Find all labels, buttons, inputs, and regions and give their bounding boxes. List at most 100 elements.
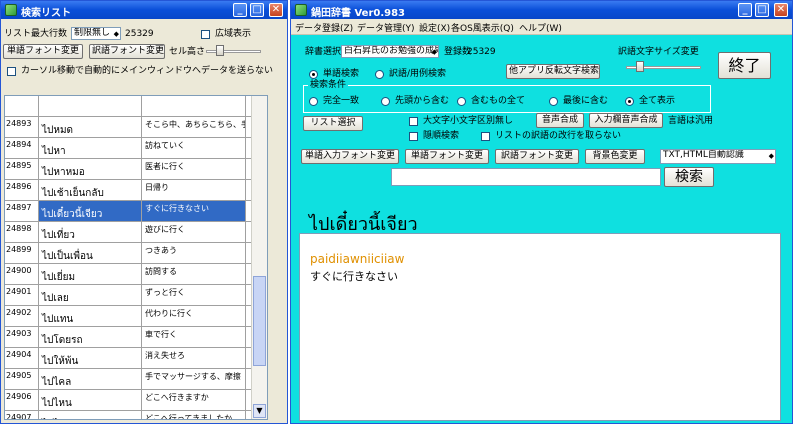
minimize-icon[interactable]: _ — [738, 3, 752, 17]
list-select-button[interactable]: リスト選択 — [303, 116, 363, 131]
right-titlebar[interactable]: 鍋田辞書 Ver0.983 _ □ ✕ — [291, 1, 792, 19]
row-id: 24899 — [5, 243, 39, 263]
row-id: 24905 — [5, 369, 39, 389]
menu-data-manage[interactable]: データ管理(Y) — [357, 21, 415, 34]
scroll-down-icon[interactable]: ▼ — [253, 404, 266, 418]
search-input[interactable] — [391, 168, 661, 186]
other-app-button[interactable]: 他アプリ反転文字検索 — [506, 64, 600, 79]
dict-select-value: 白石昇氏のお勉強の成果 — [344, 46, 439, 56]
radio-trans-search[interactable] — [375, 70, 384, 79]
word-input-font-button[interactable]: 単語入力フォント変更 — [301, 149, 399, 164]
row-word: ไปโดยรถ — [39, 327, 142, 347]
radio-show-all[interactable] — [625, 97, 634, 106]
row-id: 24898 — [5, 222, 39, 242]
table-row[interactable]: 24900 ไปเยี่ยม 訪問する — [5, 264, 255, 285]
no-send-label: カーソル移動で自動的にメインウィンドウへデータを送らない — [21, 66, 274, 76]
minimize-icon[interactable]: _ — [233, 3, 247, 17]
cond-suffix-label: 最後に含む — [563, 96, 609, 106]
input-speech-button[interactable]: 入力欄音声合成 — [589, 113, 663, 128]
row-meaning: つきあう — [142, 243, 246, 263]
slider-thumb[interactable] — [636, 61, 644, 72]
table-row[interactable]: 24906 ไปไหน どこへ行きますか — [5, 390, 255, 411]
row-meaning: 消え失せろ — [142, 348, 246, 368]
result-grid[interactable]: 24893 ไปหมด そこら中、あちらこちら、手 24894 ไปหา 訪ねていく 248… — [4, 95, 268, 420]
cond-prefix-label: 先頭から含む — [395, 96, 450, 106]
row-id: 24894 — [5, 138, 39, 158]
left-titlebar[interactable]: 検索リスト _ □ ✕ — [1, 1, 287, 19]
word-font-button[interactable]: 単語フォント変更 — [3, 44, 83, 59]
maximize-icon[interactable]: □ — [755, 3, 769, 17]
cell-height-label: セル高さ — [169, 47, 206, 57]
hidden-checkbox[interactable] — [409, 132, 418, 141]
menu-data-register[interactable]: データ登録(Z) — [295, 21, 353, 34]
table-row[interactable]: 24905 ไปไคล 手でマッサージする、摩擦 — [5, 369, 255, 390]
cell-height-slider[interactable] — [206, 45, 261, 57]
speech-button[interactable]: 音声合成 — [536, 113, 584, 128]
meaning: すぐに行きなさい — [310, 270, 398, 283]
no-newline-label: リストの訳語の改行を取らない — [495, 131, 622, 141]
no-send-checkbox[interactable] — [7, 67, 16, 76]
dict-select[interactable]: 白石昇氏のお勉強の成果 ◆ — [341, 45, 439, 58]
menu-help[interactable]: ヘルプ(W) — [519, 21, 562, 34]
cond-show-all-label: 全て表示 — [639, 96, 676, 106]
table-row[interactable]: 24897 ไปเดี๋ยวนี้เจียว すぐに行きなさい — [5, 201, 255, 222]
close-icon[interactable]: ✕ — [269, 3, 283, 17]
table-row[interactable]: 24907ไปไหนมาどこへ行ってきましたか — [5, 411, 255, 419]
row-meaning: 手でマッサージする、摩擦 — [142, 369, 246, 389]
table-row[interactable]: 24893 ไปหมด そこら中、あちらこちら、手 — [5, 117, 255, 138]
encoding-select[interactable]: TXT,HTML自動認識 ◆ — [660, 149, 776, 164]
scroll-thumb[interactable] — [253, 276, 266, 366]
encoding-value: TXT,HTML自動認識 — [663, 150, 744, 160]
table-row[interactable]: 24904 ไปให้พ้น 消え失せろ — [5, 348, 255, 369]
list-scrollbar[interactable]: ▼ — [251, 96, 267, 419]
table-row[interactable]: 24903 ไปโดยรถ 車で行く — [5, 327, 255, 348]
table-row[interactable]: 24902 ไปแทน 代わりに行く — [5, 306, 255, 327]
chevron-down-icon: ◆ — [768, 152, 774, 160]
row-word: ไปเดี๋ยวนี้เจียว — [39, 201, 142, 221]
radio-suffix[interactable] — [549, 97, 558, 106]
trans-font-button[interactable]: 訳語フォント変更 — [495, 149, 579, 164]
maximize-icon[interactable]: □ — [250, 3, 264, 17]
bg-color-button[interactable]: 背景色変更 — [585, 149, 645, 164]
row-id: 24900 — [5, 264, 39, 284]
slider-thumb[interactable] — [216, 45, 224, 56]
cond-all-label: 含むもの全て — [471, 96, 526, 106]
table-row[interactable]: 24898 ไปเที่ยว 遊びに行く — [5, 222, 255, 243]
romanization: paidiiawniiciiaw — [310, 252, 405, 266]
row-meaning: どこへ行ってきましたか — [142, 411, 246, 419]
table-row[interactable]: 24895 ไปหาหมอ 医者に行く — [5, 159, 255, 180]
table-row[interactable]: 24894 ไปหา 訪ねていく — [5, 138, 255, 159]
radio-prefix[interactable] — [381, 97, 390, 106]
chevron-down-icon: ◆ — [431, 48, 437, 56]
close-icon[interactable]: ✕ — [774, 3, 788, 17]
row-meaning: 代わりに行く — [142, 306, 246, 326]
case-checkbox[interactable] — [409, 117, 418, 126]
menu-settings[interactable]: 設定(X) — [419, 21, 450, 34]
menu-os-style[interactable]: 各OS風表示(Q) — [451, 21, 514, 34]
row-word: ไปหา — [39, 138, 142, 158]
table-row[interactable]: 24901 ไปเลย ずっと行く — [5, 285, 255, 306]
radio-exact[interactable] — [309, 97, 318, 106]
radio-word-search[interactable] — [309, 70, 318, 79]
trans-size-slider[interactable] — [626, 61, 701, 73]
table-row[interactable]: 24899 ไปเป็นเพื่อน つきあう — [5, 243, 255, 264]
row-id: 24906 — [5, 390, 39, 410]
no-newline-checkbox[interactable] — [481, 132, 490, 141]
table-row[interactable]: 24896 ไปเช้าเย็นกลับ 日帰り — [5, 180, 255, 201]
max-rows-select[interactable]: 制限無し ◆ — [71, 27, 121, 40]
grid-header-row — [5, 96, 255, 117]
trans-size-label: 訳語文字サイズ変更 — [618, 47, 699, 57]
radio-contains[interactable] — [457, 97, 466, 106]
row-word: ไปเลย — [39, 285, 142, 305]
wide-display-checkbox[interactable] — [201, 30, 210, 39]
left-window-title: 検索リスト — [21, 8, 71, 19]
conditions-label: 検索条件 — [308, 79, 349, 91]
chevron-down-icon: ◆ — [113, 30, 119, 38]
search-button[interactable]: 検索 — [664, 167, 714, 187]
trans-font-button[interactable]: 訳語フォント変更 — [89, 44, 165, 59]
exit-button[interactable]: 終了 — [718, 52, 771, 79]
app-icon — [295, 4, 307, 16]
header-cell — [142, 96, 246, 116]
word-font-button[interactable]: 単語フォント変更 — [405, 149, 489, 164]
row-meaning: どこへ行きますか — [142, 390, 246, 410]
